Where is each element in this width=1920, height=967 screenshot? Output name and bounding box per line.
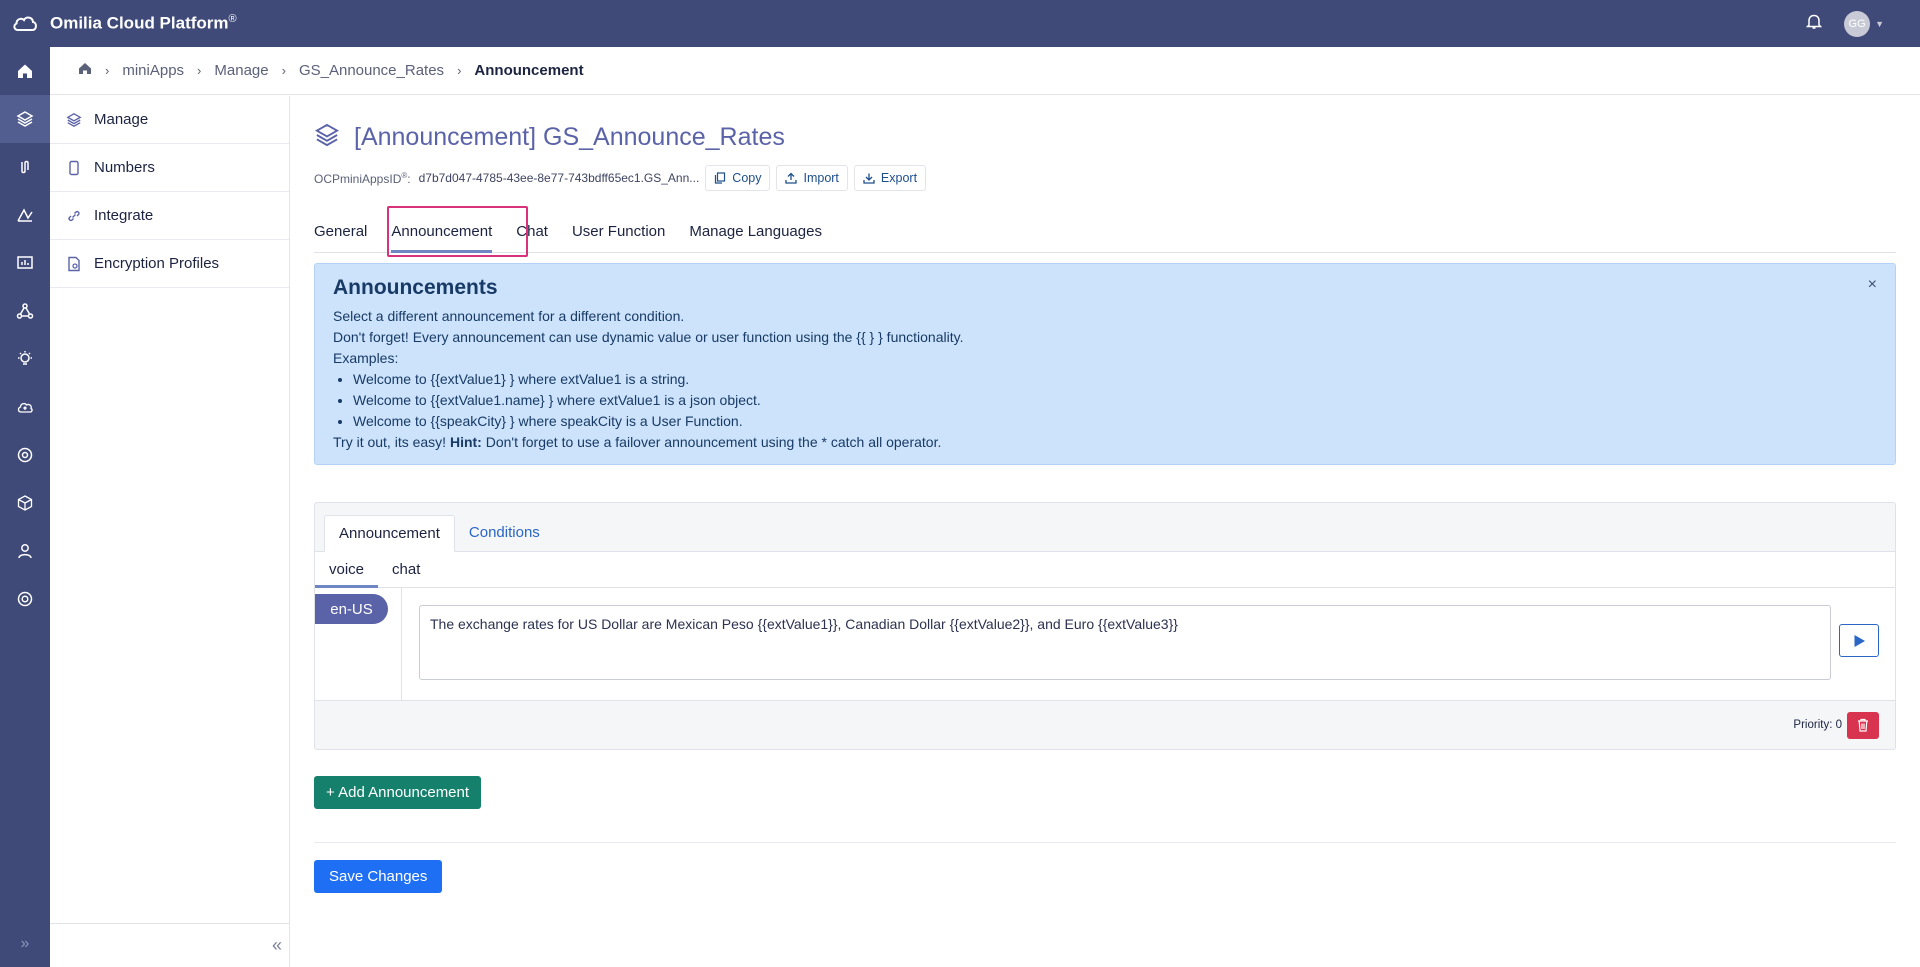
layers-icon [314,122,340,153]
list-item: Welcome to {{extValue1} } where extValue… [353,369,1877,390]
play-button[interactable] [1839,624,1879,657]
channel-tabs: voice chat [315,552,1895,588]
delete-button[interactable] [1847,711,1879,739]
analytics-icon[interactable] [0,191,50,239]
cloud-upload-icon[interactable] [0,383,50,431]
settings-icon[interactable] [0,431,50,479]
sidebar-item-label: Numbers [94,159,155,176]
app-id-value: d7b7d047-4785-43ee-8e77-743bdff65ec1.GS_… [418,171,700,185]
sidebar-item-manage[interactable]: Manage [50,96,289,144]
layers-icon [66,112,94,128]
panel-tabs: Announcement Conditions [315,503,1895,552]
cloud-logo-icon[interactable] [0,14,50,34]
bell-icon[interactable] [1805,13,1823,35]
sidebar-item-encryption-profiles[interactable]: Encryption Profiles [50,240,289,288]
add-announcement-button[interactable]: + Add Announcement [314,776,482,809]
tab-user-function[interactable]: User Function [560,223,677,252]
breadcrumb-item[interactable]: GS_Announce_Rates [299,62,444,79]
copy-icon [715,172,726,184]
priority-label: Priority: 0 [1793,719,1842,731]
sidebar-item-label: Manage [94,111,149,128]
clip-icon[interactable] [0,143,50,191]
info-line: Don't forget! Every announcement can use… [333,329,964,345]
import-button[interactable]: Import [776,165,848,191]
breadcrumb: › miniApps › Manage › GS_Announce_Rates … [50,47,1920,95]
user-icon[interactable] [0,527,50,575]
dashboard-icon[interactable] [0,239,50,287]
copy-button[interactable]: Copy [705,165,771,191]
save-changes-button[interactable]: Save Changes [314,860,443,893]
app-id-label: OCPminiAppsID®: [314,170,411,186]
breadcrumb-item[interactable]: Manage [214,62,268,79]
examples-list: Welcome to {{extValue1} } where extValue… [333,369,1877,432]
lightbulb-icon[interactable] [0,335,50,383]
list-item: Welcome to {{extValue1.name} } where ext… [353,390,1877,411]
brand-title[interactable]: Omilia Cloud Platform® [50,13,237,34]
expand-nav-icon[interactable]: » [0,921,50,967]
sidebar-item-label: Encryption Profiles [94,255,220,272]
priority-row: Priority: 0 [315,701,1895,749]
page-title: [Announcement] GS_Announce_Rates [354,122,785,151]
support-icon[interactable] [0,575,50,623]
tab-manage-languages[interactable]: Manage Languages [677,223,834,252]
home-icon[interactable] [78,62,92,79]
sidebar-item-label: Integrate [94,207,154,224]
chevron-right-icon: › [197,63,202,78]
upload-icon [785,172,798,184]
nav-rail: » [0,47,50,967]
app-id-row: OCPminiAppsID®: d7b7d047-4785-43ee-8e77-… [314,165,1896,191]
avatar[interactable]: GG [1844,10,1871,37]
breadcrumb-item[interactable]: miniApps [122,62,184,79]
tab-announcement-panel[interactable]: Announcement [324,515,455,552]
announcement-textarea[interactable]: The exchange rates for US Dollar are Mex… [419,605,1831,680]
chevron-right-icon: › [457,63,462,78]
tab-conditions[interactable]: Conditions [455,514,554,551]
info-hint: Try it out, its easy! Hint: Don't forget… [333,434,942,450]
language-badge[interactable]: en-US [315,594,388,624]
sub-sidebar: Manage Numbers Integrate Encryption Prof… [50,96,290,967]
announcement-panel: Announcement Conditions voice chat en-US… [314,502,1896,750]
tab-chat-channel[interactable]: chat [378,561,434,587]
tab-general[interactable]: General [314,223,379,252]
chevron-down-icon: ▼ [1875,18,1884,29]
info-alert: Announcements × Select a different annou… [314,263,1896,465]
info-title: Announcements [333,276,498,299]
sidebar-item-integrate[interactable]: Integrate [50,192,289,240]
network-icon[interactable] [0,287,50,335]
info-line: Examples: [333,350,399,366]
cube-icon[interactable] [0,479,50,527]
breadcrumb-current: Announcement [474,62,584,79]
trash-icon [1858,718,1868,732]
sidebar-item-numbers[interactable]: Numbers [50,144,289,192]
download-icon [863,173,875,184]
play-icon [1854,634,1865,647]
divider [314,842,1896,843]
info-line: Select a different announcement for a di… [333,308,685,324]
collapse-sidebar-icon[interactable]: « [50,923,290,967]
language-row: en-US The exchange rates for US Dollar a… [315,588,1895,701]
user-menu[interactable]: GG ▼ [1844,10,1884,37]
page-tabs: General Announcement Chat User Function … [314,206,1896,257]
chevron-right-icon: › [105,63,110,78]
doc-lock-icon [66,256,94,272]
tab-voice[interactable]: voice [315,561,379,588]
close-icon[interactable]: × [1868,276,1877,294]
export-button[interactable]: Export [853,165,927,191]
list-item: Welcome to {{speakCity} } where speakCit… [353,411,1877,432]
phone-icon [66,160,94,176]
tab-highlight-box [387,206,528,257]
top-bar: Omilia Cloud Platform® GG ▼ [0,0,1920,47]
home-icon[interactable] [0,47,50,95]
chevron-right-icon: › [281,63,286,78]
link-icon [66,208,94,224]
layers-icon[interactable] [0,95,50,143]
main-content: [Announcement] GS_Announce_Rates OCPmini… [314,96,1896,893]
